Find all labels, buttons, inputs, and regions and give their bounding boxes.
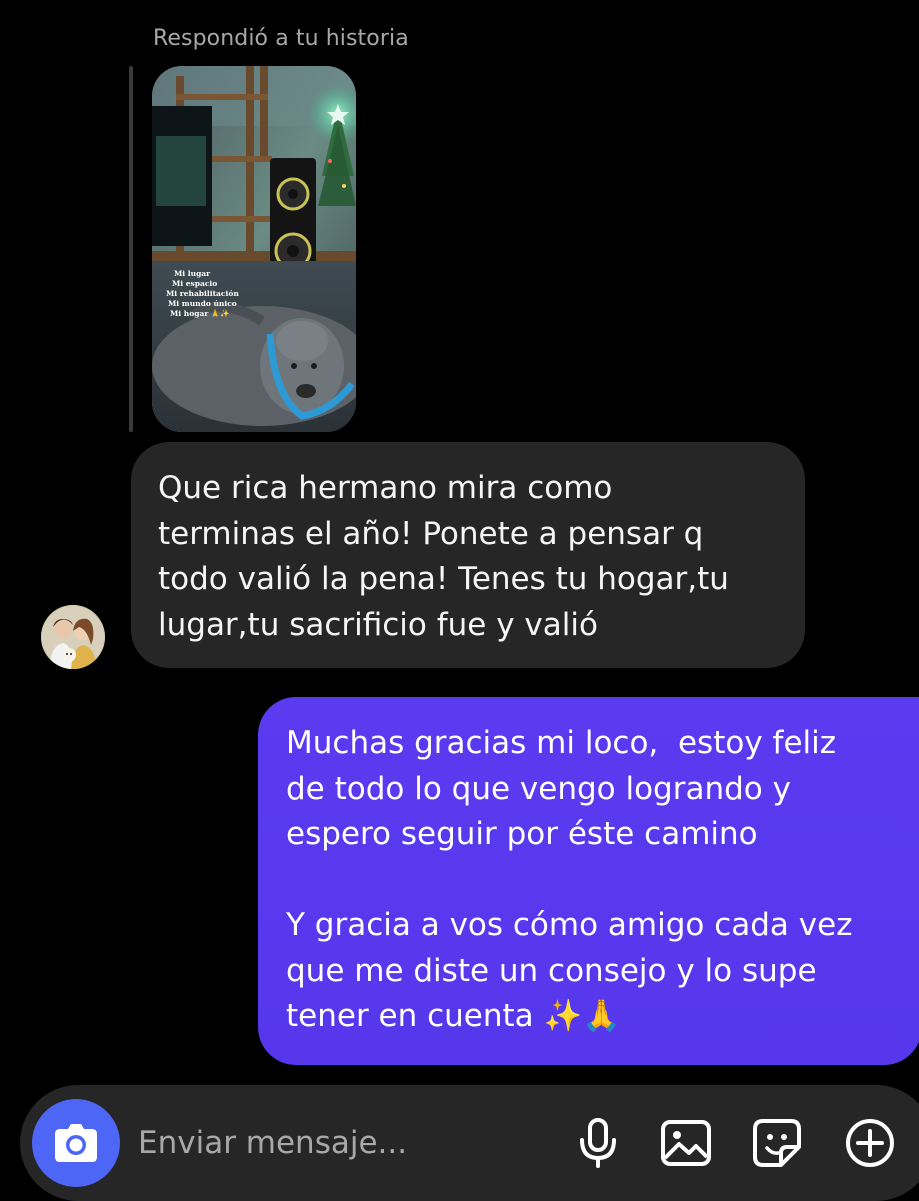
microphone-button[interactable] xyxy=(572,1117,624,1169)
message-input[interactable] xyxy=(138,1117,558,1169)
story-thumbnail[interactable]: Mi lugar Mi espacio Mi rehabilitación Mi… xyxy=(152,66,356,432)
sticker-icon xyxy=(753,1119,801,1167)
story-caption-line: Mi hogar 🙏✨ xyxy=(170,309,230,318)
story-reply-label: Respondió a tu historia xyxy=(153,26,409,51)
camera-button[interactable] xyxy=(32,1099,120,1187)
story-caption-line: Mi rehabilitación xyxy=(166,289,239,298)
more-button[interactable] xyxy=(844,1117,896,1169)
message-composer xyxy=(20,1085,919,1201)
story-image: Mi lugar Mi espacio Mi rehabilitación Mi… xyxy=(152,66,356,432)
story-caption-line: Mi mundo único xyxy=(168,299,237,308)
microphone-icon xyxy=(580,1118,616,1168)
avatar[interactable] xyxy=(41,605,105,669)
gallery-icon xyxy=(661,1120,711,1166)
sent-message-bubble[interactable]: Muchas gracias mi loco, estoy feliz de t… xyxy=(258,697,919,1065)
camera-icon xyxy=(55,1124,97,1162)
story-caption-line: Mi espacio xyxy=(172,279,217,288)
received-message-bubble[interactable]: Que rica hermano mira como terminas el a… xyxy=(131,442,805,668)
reply-indicator-line xyxy=(129,66,133,432)
avatar-illustration xyxy=(41,605,105,669)
plus-icon xyxy=(846,1119,894,1167)
gallery-button[interactable] xyxy=(660,1117,712,1169)
sticker-button[interactable] xyxy=(751,1117,803,1169)
story-caption-line: Mi lugar xyxy=(174,269,211,278)
